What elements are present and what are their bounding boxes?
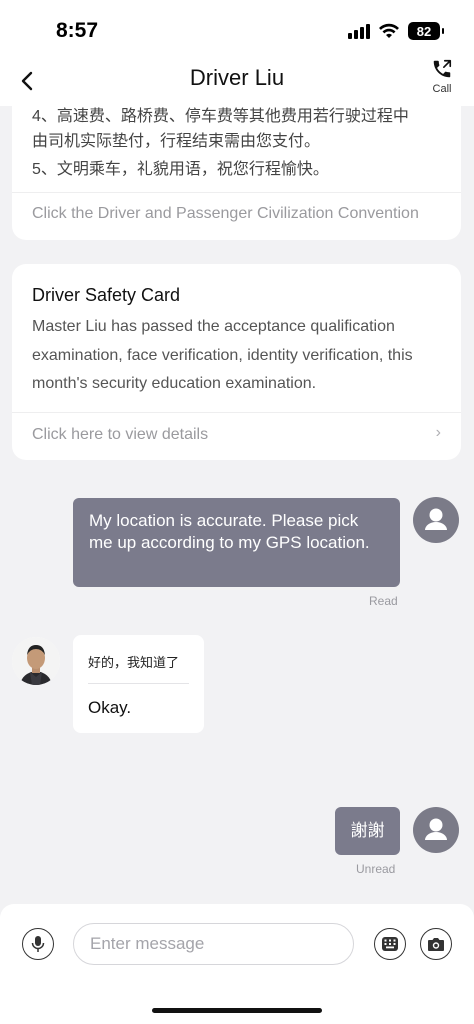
message-text: My location is accurate. Please pick me … (89, 511, 370, 552)
outgoing-message-bubble[interactable]: 謝謝 (335, 807, 400, 855)
card-divider (12, 412, 461, 413)
chevron-right-icon: › (435, 424, 441, 441)
card-divider (12, 192, 461, 193)
call-button[interactable]: Call (424, 58, 460, 98)
wifi-icon (379, 23, 399, 38)
driver-avatar[interactable] (12, 637, 60, 685)
voice-button[interactable] (22, 928, 54, 960)
keypad-button[interactable] (374, 928, 406, 960)
camera-icon (428, 937, 444, 951)
ride-rules-card: 4、高速费、路桥费、停车费等其他费用若行驶过程中 由司机实际垫付，行程结束需由您… (12, 100, 461, 240)
keypad-icon (382, 937, 398, 951)
status-icons: 82 (348, 22, 444, 40)
message-text: 謝謝 (350, 821, 385, 840)
message-translation-text: Okay. (88, 698, 132, 717)
home-indicator[interactable] (152, 1008, 322, 1013)
user-avatar (413, 807, 459, 853)
read-status: Read (369, 594, 398, 608)
status-time: 8:57 (56, 19, 99, 42)
driver-photo (12, 637, 60, 685)
unread-status: Unread (356, 862, 396, 876)
incoming-message-bubble[interactable]: 好的，我知道了 Okay. (73, 635, 204, 733)
safety-card-body: Master Liu has passed the acceptance qua… (32, 318, 413, 392)
nav-bar: Driver Liu Call (0, 58, 474, 106)
status-bar: 8:57 82 (0, 0, 474, 58)
civilization-convention-link[interactable]: Click the Driver and Passenger Civilizat… (32, 205, 419, 223)
microphone-icon (31, 936, 45, 952)
translation-divider (88, 683, 189, 684)
cellular-signal-icon (348, 23, 370, 39)
battery-icon: 82 (408, 22, 444, 40)
person-icon (425, 818, 447, 840)
safety-card-title: Driver Safety Card (32, 285, 181, 305)
message-input-bar (0, 904, 474, 1024)
page-title: Driver Liu (189, 65, 285, 90)
rules-line: 4、高速费、路桥费、停车费等其他费用若行驶过程中 (32, 108, 409, 125)
rules-line: 5、文明乘车，礼貌用语，祝您行程愉快。 (32, 161, 329, 178)
view-details-link[interactable]: Click here to view details (32, 426, 208, 444)
battery-level: 82 (416, 23, 432, 39)
outgoing-message-bubble[interactable]: My location is accurate. Please pick me … (73, 498, 400, 587)
person-icon (425, 508, 447, 530)
user-avatar (413, 497, 459, 543)
driver-safety-card: Driver Safety Card Master Liu has passed… (12, 264, 461, 460)
message-original-text: 好的，我知道了 (88, 655, 180, 670)
call-label: Call (432, 83, 452, 95)
rules-line: 由司机实际垫付，行程结束需由您支付。 (32, 133, 321, 150)
phone-icon (433, 59, 452, 78)
message-input[interactable] (73, 923, 354, 965)
camera-button[interactable] (420, 928, 452, 960)
